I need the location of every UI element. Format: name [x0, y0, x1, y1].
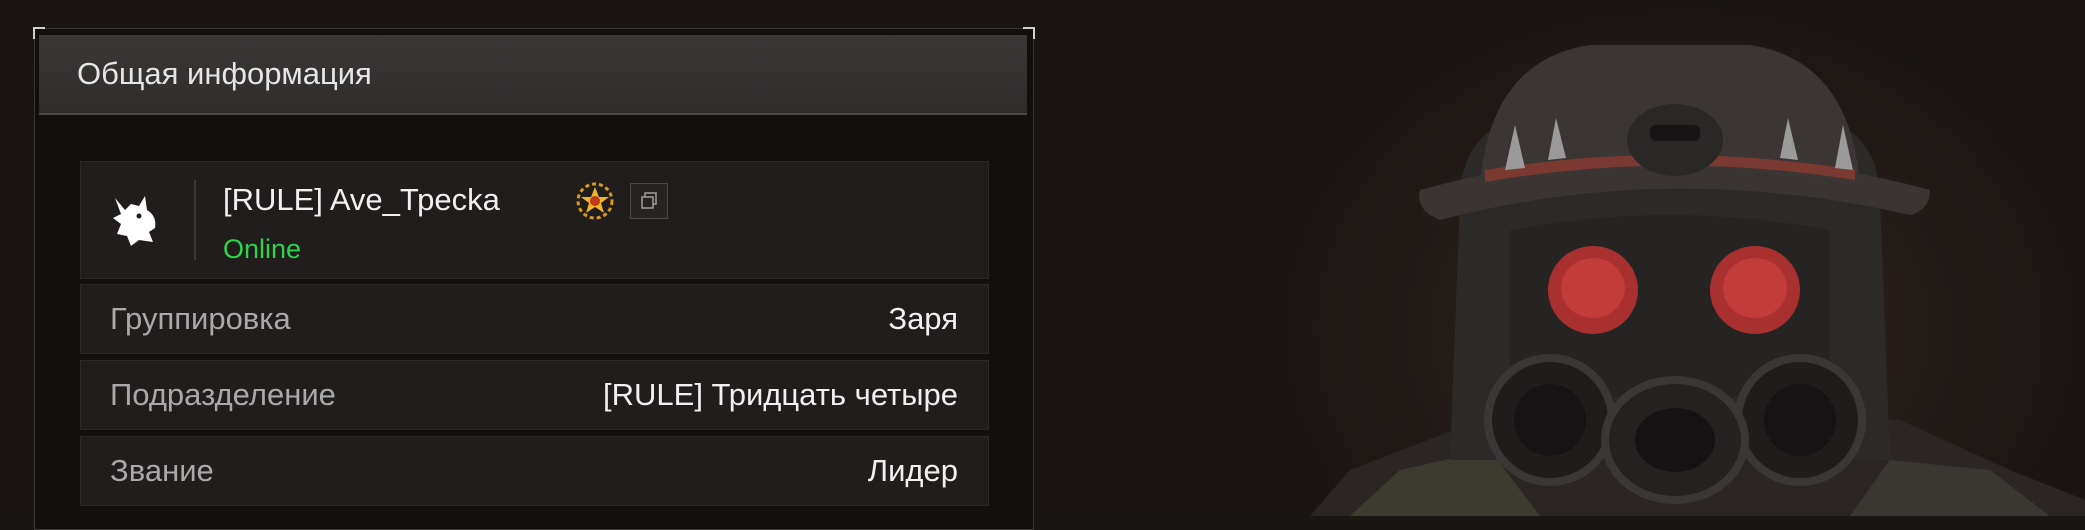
copy-button[interactable] — [630, 183, 668, 219]
avatar-divider — [194, 180, 196, 260]
rank-label: Звание — [110, 453, 214, 488]
info-row-division: Подразделение [RULE] Тридцать четыре — [80, 360, 989, 430]
background-scene: Общая информация [RULE] Ave_Трecka Onlin… — [0, 0, 2085, 530]
rank-value: Лидер — [867, 453, 958, 488]
info-row-faction: Группировка Заря — [80, 284, 989, 354]
division-label: Подразделение — [110, 377, 336, 412]
rank-badge-icon — [576, 182, 614, 220]
general-info-panel: Общая информация [RULE] Ave_Трecka Onlin… — [33, 27, 1035, 530]
panel-header: Общая информация — [39, 35, 1027, 115]
division-value: [RULE] Тридцать четыре — [603, 377, 958, 412]
character-gasmask-illustration — [1310, 45, 2085, 516]
player-profile-card: [RULE] Ave_Трecka Online — [80, 161, 989, 279]
online-status: Online — [223, 234, 302, 264]
player-name: [RULE] Ave_Трecka — [223, 182, 500, 217]
wolf-icon — [113, 196, 156, 246]
panel-title: Общая информация — [77, 56, 372, 91]
faction-label: Группировка — [110, 301, 291, 336]
info-row-rank: Звание Лидер — [80, 436, 989, 506]
copy-icon — [641, 192, 657, 209]
faction-value: Заря — [888, 301, 958, 336]
